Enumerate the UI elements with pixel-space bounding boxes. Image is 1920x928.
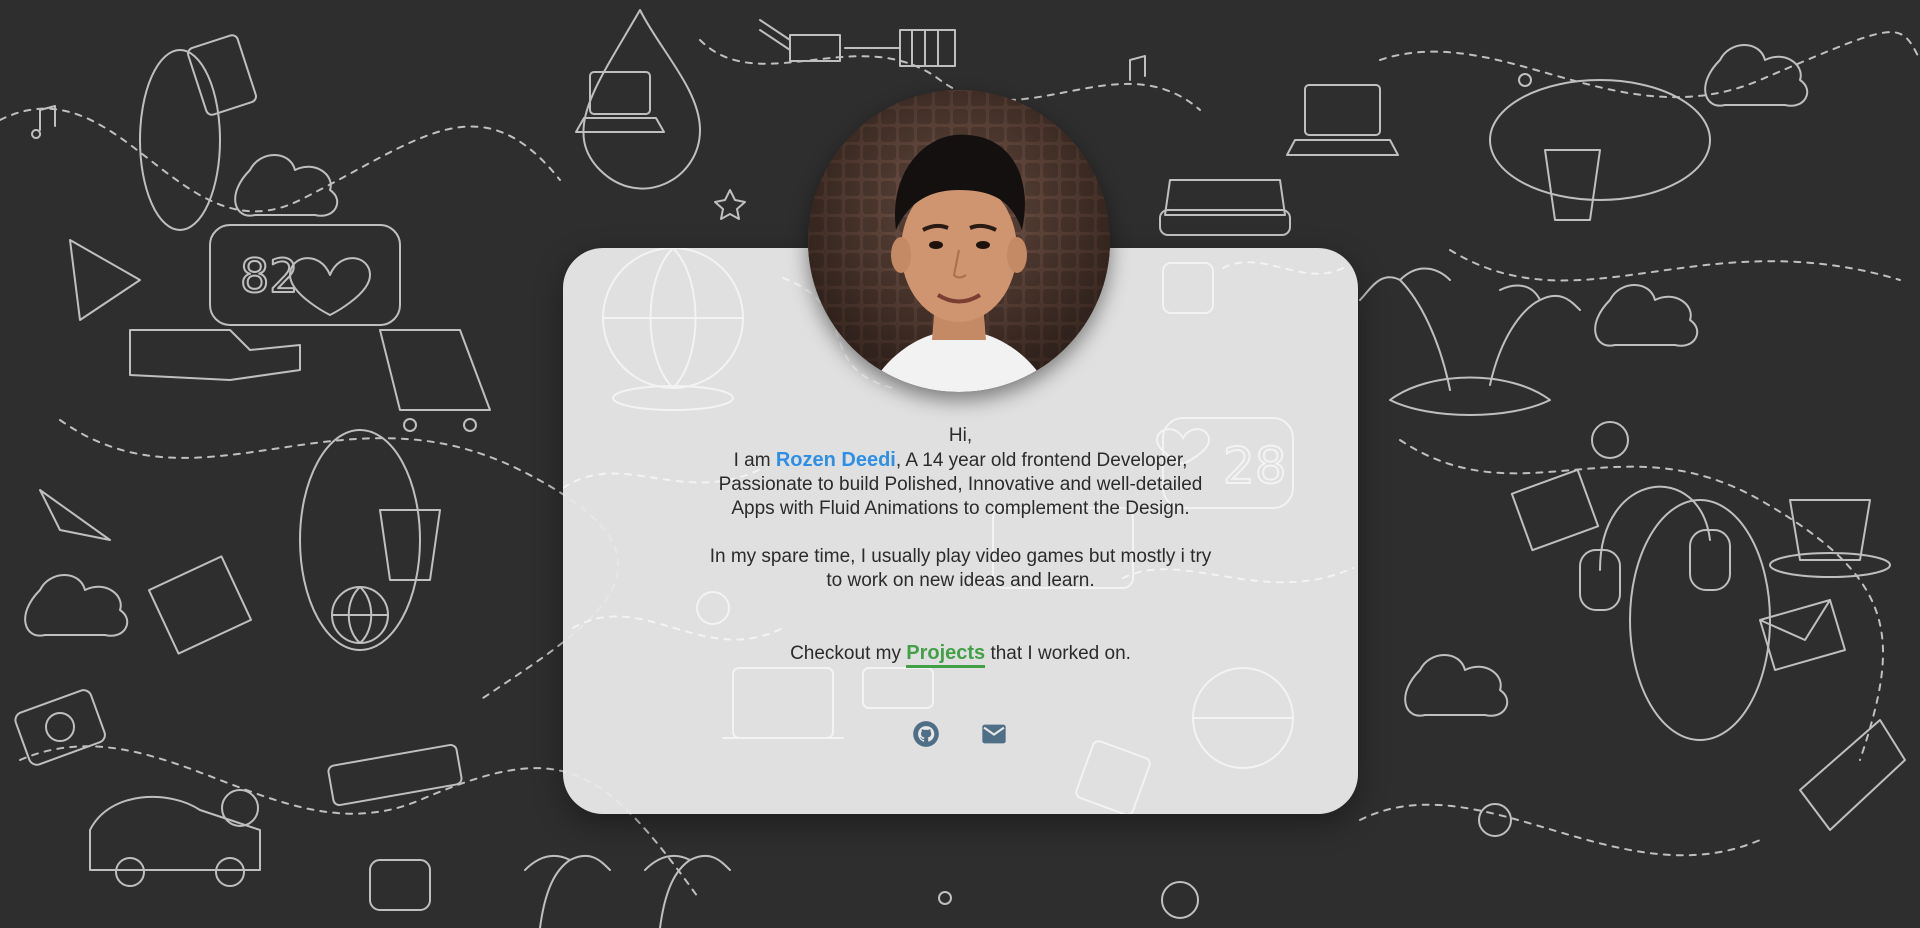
bio-text: Hi, I am Rozen Deedi, A 14 year old fron… [563,424,1358,593]
spare-time-line-2: to work on new ideas and learn. [826,570,1095,591]
github-icon [913,721,939,747]
intro-prefix: I am [733,450,776,471]
social-links [900,720,1020,750]
spare-time-line-1: In my spare time, I usually play video g… [709,546,1212,567]
avatar [808,90,1110,392]
page-background: 82 28 Hi, I am Rozen Deedi, A 14 year ol… [0,0,1920,928]
svg-text:82: 82 [240,249,299,303]
email-link[interactable] [980,720,1008,748]
cta-prefix: Checkout my [790,643,907,664]
intro-suffix: , A 14 year old frontend Developer, [895,450,1188,471]
projects-link[interactable]: Projects [906,642,986,668]
bio-line-3: Apps with Fluid Animations to complement… [731,498,1190,519]
greeting: Hi, [948,425,973,446]
mail-icon [982,724,1006,744]
intro-line: I am Rozen Deedi, A 14 year old frontend… [563,448,1358,473]
github-link[interactable] [912,720,940,748]
bio-line-2: Passionate to build Polished, Innovative… [718,474,1203,495]
cta-suffix: that I worked on. [985,643,1131,664]
author-name: Rozen Deedi [775,449,896,471]
profile-photo [808,90,1110,392]
projects-cta: Checkout my Projects that I worked on. [563,640,1358,668]
